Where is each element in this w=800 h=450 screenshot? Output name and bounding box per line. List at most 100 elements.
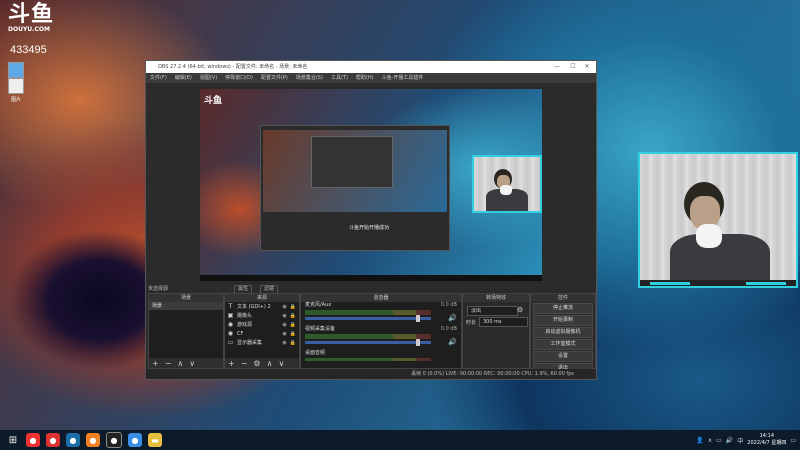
lock-icon[interactable]: 🔒 xyxy=(290,304,296,310)
menu-edit[interactable]: 编辑(E) xyxy=(175,73,192,83)
file-icon xyxy=(8,78,24,94)
mixer-dock: 混音器 麦克风/Aux 0.0 dB 🔊 视频采集设备 0.0 dB 🔊 桌面音… xyxy=(300,293,462,369)
douyu-icon[interactable]: ● xyxy=(26,433,40,447)
clock-time: 14:14 xyxy=(759,433,775,439)
transition-select[interactable]: 淡出 xyxy=(467,306,518,316)
stop-streaming-button[interactable]: 停止推流 xyxy=(533,303,593,314)
source-name: 显示器采集 xyxy=(237,340,263,346)
weibo-icon[interactable]: ● xyxy=(46,433,60,447)
menu-tools[interactable]: 工具(T) xyxy=(331,73,348,83)
settings-button[interactable]: 设置 xyxy=(533,351,593,362)
virtual-camera-button[interactable]: 启动虚拟摄像机 xyxy=(533,327,593,338)
close-button[interactable]: ✕ xyxy=(580,61,594,73)
source-name: 游戏源 xyxy=(237,322,253,328)
eye-icon[interactable]: ◉ xyxy=(282,322,286,328)
volume-knob[interactable] xyxy=(416,339,421,346)
eye-icon[interactable]: ◉ xyxy=(282,331,286,337)
preview-chat-text: 斗鱼开始开播成功 xyxy=(349,225,390,231)
speaker-icon[interactable]: 🔊 xyxy=(448,338,457,346)
mixer-channel: 视频采集设备 0.0 dB 🔊 xyxy=(301,326,461,350)
transitions-header: 转场特效 xyxy=(463,294,529,302)
obs-titlebar[interactable]: OBS 27.2.4 (64-bit, windows) - 配置文件: 未命名… xyxy=(146,61,596,73)
menu-help[interactable]: 帮助(H) xyxy=(356,73,374,83)
steam-icon[interactable]: ● xyxy=(66,433,80,447)
scenes-header: 场景 xyxy=(149,294,223,302)
obs-preview[interactable]: 斗鱼 斗鱼开始开播成功 xyxy=(200,89,542,281)
lock-icon[interactable]: 🔒 xyxy=(290,322,296,328)
source-item[interactable]: T 文本 (GDI+) 2 ◉ 🔒 xyxy=(225,302,299,311)
volume-slider[interactable] xyxy=(305,317,431,320)
people-icon[interactable]: 👤 xyxy=(696,437,703,444)
monitor-icon: ▭ xyxy=(227,339,234,346)
remove-scene-button[interactable]: − xyxy=(165,359,172,368)
app-orange-icon[interactable]: ● xyxy=(86,433,100,447)
scenes-dock: 场景 场景 + − ∧ ∨ xyxy=(148,293,224,369)
sources-dock: 来源 T 文本 (GDI+) 2 ◉ 🔒 ▣ 摄像头 ◉ 🔒 ◉ 游戏源 ◉ 🔒 ◉ CF ◉ 🔒 ▭ 显… xyxy=(224,293,300,369)
lock-icon[interactable]: 🔒 xyxy=(290,331,296,337)
minimize-button[interactable]: — xyxy=(550,61,564,73)
system-tray: 👤 ∧ ▭ 🔊 中 14:14 2022/4/7 星期四 ▭ xyxy=(696,430,796,450)
clock[interactable]: 14:14 2022/4/7 星期四 xyxy=(747,433,786,447)
obs-icon[interactable]: ● xyxy=(106,432,122,448)
move-down-button[interactable]: ∨ xyxy=(189,359,195,368)
move-down-button[interactable]: ∨ xyxy=(278,359,284,368)
webcam-overlay xyxy=(638,152,798,288)
channel-db: 0.0 dB xyxy=(440,302,457,308)
menu-douyu-plugin[interactable]: 斗鱼-开播工具插件 xyxy=(382,73,424,83)
menu-scene-collection[interactable]: 场景集合(S) xyxy=(296,73,323,83)
volume-knob[interactable] xyxy=(416,315,421,322)
cup xyxy=(696,224,722,248)
game-icon: ◉ xyxy=(227,321,234,328)
window-title: OBS 27.2.4 (64-bit, windows) - 配置文件: 未命名… xyxy=(158,64,308,70)
remove-source-button[interactable]: − xyxy=(241,359,248,368)
channel-name: 桌面音频 xyxy=(305,350,326,356)
menu-profile[interactable]: 配置文件(P) xyxy=(261,73,288,83)
desktop-icon-image[interactable]: 图片 xyxy=(4,78,28,103)
studio-mode-button[interactable]: 工作室模式 xyxy=(533,339,593,350)
maximize-button[interactable]: ☐ xyxy=(566,61,580,73)
source-item[interactable]: ◉ 游戏源 ◉ 🔒 xyxy=(225,320,299,329)
folder-icon[interactable]: ▬ xyxy=(148,433,162,447)
notification-icon[interactable]: ▭ xyxy=(790,437,796,444)
douyu-logo: 斗鱼 DOUYU.COM xyxy=(8,4,58,40)
move-up-button[interactable]: ∧ xyxy=(267,359,273,368)
network-icon[interactable]: ▭ xyxy=(716,437,722,444)
source-item[interactable]: ▭ 显示器采集 ◉ 🔒 xyxy=(225,338,299,347)
scene-item[interactable]: 场景 xyxy=(149,302,223,310)
source-item[interactable]: ▣ 摄像头 ◉ 🔒 xyxy=(225,311,299,320)
volume-icon[interactable]: 🔊 xyxy=(726,437,733,444)
clock-date: 2022/4/7 星期四 xyxy=(747,440,787,446)
obs-window[interactable]: OBS 27.2.4 (64-bit, windows) - 配置文件: 未命名… xyxy=(145,60,597,380)
mixer-channel: 麦克风/Aux 0.0 dB 🔊 xyxy=(301,302,461,326)
source-item[interactable]: ◉ CF ◉ 🔒 xyxy=(225,329,299,338)
chevron-up-icon[interactable]: ∧ xyxy=(708,437,712,444)
eye-icon[interactable]: ◉ xyxy=(282,313,286,319)
menu-view[interactable]: 视图(V) xyxy=(200,73,217,83)
menu-docks[interactable]: 停靠窗口(D) xyxy=(225,73,253,83)
volume-slider[interactable] xyxy=(305,341,431,344)
add-source-button[interactable]: + xyxy=(228,359,235,368)
camera-icon: ▣ xyxy=(227,312,234,319)
start-recording-button[interactable]: 开始录制 xyxy=(533,315,593,326)
source-name: 文本 (GDI+) 2 xyxy=(237,304,271,310)
windows-start-icon[interactable]: ⊞ xyxy=(6,433,20,447)
gear-icon[interactable]: ⚙ xyxy=(517,306,523,314)
room-id: 433495 xyxy=(10,44,47,56)
lock-icon[interactable]: 🔒 xyxy=(290,340,296,346)
volume-meter xyxy=(305,310,431,315)
speaker-icon[interactable]: 🔊 xyxy=(448,314,457,322)
no-source-label: 未选择源 xyxy=(148,286,169,292)
volume-meter xyxy=(305,334,431,339)
eye-icon[interactable]: ◉ xyxy=(282,340,286,346)
add-scene-button[interactable]: + xyxy=(152,359,159,368)
source-name: 摄像头 xyxy=(237,313,253,319)
duration-input[interactable]: 300 ms xyxy=(479,317,528,327)
eye-icon[interactable]: ◉ xyxy=(282,304,286,310)
browser-icon[interactable]: ● xyxy=(128,433,142,447)
gear-icon[interactable]: ⚙ xyxy=(253,359,260,368)
lock-icon[interactable]: 🔒 xyxy=(290,313,296,319)
duration-label: 时长 xyxy=(466,320,477,326)
menu-file[interactable]: 文件(F) xyxy=(150,73,167,83)
move-up-button[interactable]: ∧ xyxy=(177,359,183,368)
ime-icon[interactable]: 中 xyxy=(737,436,743,445)
